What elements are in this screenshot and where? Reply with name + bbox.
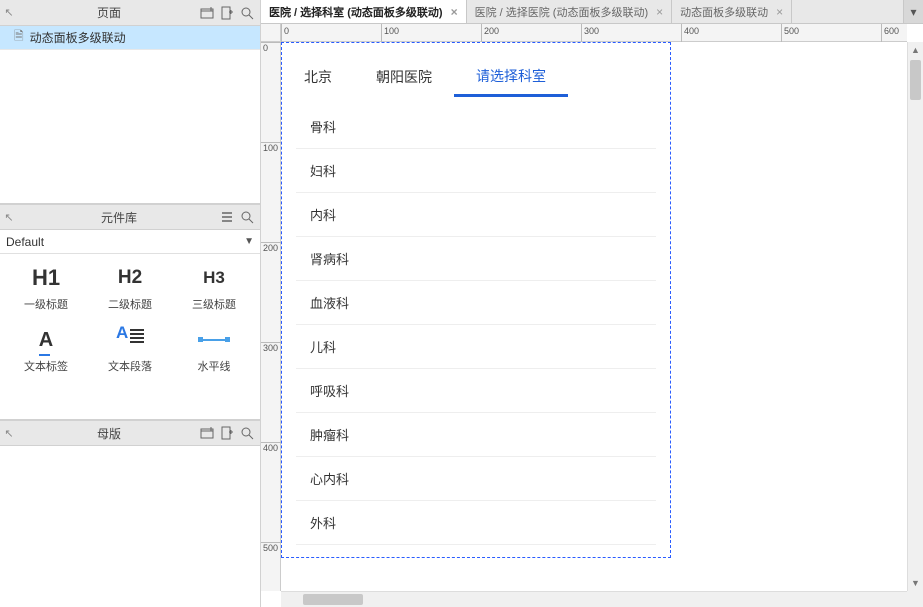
pages-panel-title: 页面 [18,4,200,21]
breadcrumb-item[interactable]: 朝阳医院 [354,57,454,97]
department-item[interactable]: 内科 [296,193,656,237]
collapse-icon[interactable]: ↖ [0,427,18,440]
widget-glyph: A [116,326,144,354]
widget-label: 三级标题 [192,296,236,312]
masters-tree [0,446,260,607]
scroll-thumb-v[interactable] [910,60,921,100]
scroll-corner [907,591,923,607]
scroll-thumb-h[interactable] [303,594,363,605]
document-tab[interactable]: 动态面板多级联动 × [672,0,792,23]
close-icon[interactable]: × [451,5,458,19]
ruler-vertical[interactable]: 0 100 200 300 400 500 [261,42,281,591]
scroll-up-icon[interactable]: ▲ [908,42,923,58]
breadcrumb-item[interactable]: 请选择科室 [454,57,568,97]
widget-h1[interactable]: H1 一级标题 [4,264,88,312]
add-folder-icon[interactable] [200,426,214,440]
library-panel-header: ↖ 元件库 [0,204,260,230]
library-panel-title: 元件库 [18,209,220,226]
search-icon[interactable] [240,426,254,440]
department-item[interactable]: 儿科 [296,325,656,369]
widget-glyph: A [39,326,53,354]
widget-glyph [199,326,229,354]
ruler-tick: 400 [681,24,682,42]
widget-label: 二级标题 [108,296,152,312]
ruler-horizontal[interactable]: 0 100 200 300 400 500 600 [281,24,907,42]
tab-label: 医院 / 选择医院 (动态面板多级联动) [475,4,649,20]
department-item[interactable]: 妇科 [296,149,656,193]
widget-textlabel[interactable]: A 文本标签 [4,326,88,374]
ruler-tick: 100 [381,24,382,42]
department-list: 骨科妇科内科肾病科血液科儿科呼吸科肿瘤科心内科外科 [296,105,656,545]
document-tab[interactable]: 医院 / 选择科室 (动态面板多级联动) × [261,0,467,23]
close-icon[interactable]: × [656,5,663,19]
ruler-tick: 200 [481,24,482,42]
ruler-tick: 500 [781,24,782,42]
ruler-tick: 100 [261,142,281,143]
widget-label: 水平线 [198,358,231,374]
document-tabs: 医院 / 选择科室 (动态面板多级联动)×医院 / 选择医院 (动态面板多级联动… [261,0,923,24]
pages-tree: 🗎 动态面板多级联动 [0,26,260,204]
artboard-dynamic-panel[interactable]: 北京朝阳医院请选择科室 骨科妇科内科肾病科血液科儿科呼吸科肿瘤科心内科外科 [281,42,671,558]
ruler-tick: 600 [881,24,882,42]
close-icon[interactable]: × [776,5,783,19]
ruler-corner [261,24,281,42]
collapse-icon[interactable]: ↖ [0,211,18,224]
widget-h3[interactable]: H3 三级标题 [172,264,256,312]
caret-down-icon: ▼ [244,236,254,247]
breadcrumb: 北京朝阳医院请选择科室 [282,57,670,97]
tab-label: 动态面板多级联动 [680,4,768,20]
search-icon[interactable] [240,6,254,20]
widget-h2[interactable]: H2 二级标题 [88,264,172,312]
tab-label: 医院 / 选择科室 (动态面板多级联动) [269,4,443,20]
widget-hr[interactable]: 水平线 [172,326,256,374]
widget-glyph: H2 [118,264,142,292]
widget-glyph: H3 [203,264,225,292]
document-tab[interactable]: 医院 / 选择医院 (动态面板多级联动) × [467,0,673,23]
library-selector[interactable]: Default ▼ [0,230,260,254]
widget-paragraph[interactable]: A 文本段落 [88,326,172,374]
scrollbar-vertical[interactable]: ▲ ▼ [907,42,923,591]
ruler-tick: 400 [261,442,281,443]
department-item[interactable]: 骨科 [296,105,656,149]
department-item[interactable]: 心内科 [296,457,656,501]
masters-panel-title: 母版 [18,425,200,442]
department-item[interactable]: 肿瘤科 [296,413,656,457]
search-icon[interactable] [240,210,254,224]
page-item[interactable]: 🗎 动态面板多级联动 [0,26,260,50]
add-master-icon[interactable] [220,426,234,440]
widget-label: 一级标题 [24,296,68,312]
widget-glyph: H1 [32,264,60,292]
page-item-label: 动态面板多级联动 [30,29,126,46]
ruler-tick: 300 [261,342,281,343]
pages-panel-header: ↖ 页面 [0,0,260,26]
scrollbar-horizontal[interactable] [281,591,907,607]
add-page-icon[interactable] [220,6,234,20]
ruler-tick: 0 [281,24,282,42]
canvas[interactable]: 北京朝阳医院请选择科室 骨科妇科内科肾病科血液科儿科呼吸科肿瘤科心内科外科 [281,42,907,591]
widget-label: 文本标签 [24,358,68,374]
menu-icon[interactable] [220,210,234,224]
ruler-tick: 500 [261,542,281,543]
page-file-icon: 🗎 [14,27,24,48]
masters-panel-header: ↖ 母版 [0,420,260,446]
department-item[interactable]: 肾病科 [296,237,656,281]
breadcrumb-item[interactable]: 北京 [282,57,354,97]
department-item[interactable]: 血液科 [296,281,656,325]
add-folder-icon[interactable] [200,6,214,20]
collapse-icon[interactable]: ↖ [0,6,18,19]
scroll-down-icon[interactable]: ▼ [908,575,923,591]
widget-label: 文本段落 [108,358,152,374]
tabs-menu-icon[interactable]: ▾ [903,0,923,23]
ruler-tick: 300 [581,24,582,42]
department-item[interactable]: 外科 [296,501,656,545]
ruler-tick: 0 [261,42,281,43]
ruler-tick: 200 [261,242,281,243]
department-item[interactable]: 呼吸科 [296,369,656,413]
library-selector-label: Default [6,235,44,249]
